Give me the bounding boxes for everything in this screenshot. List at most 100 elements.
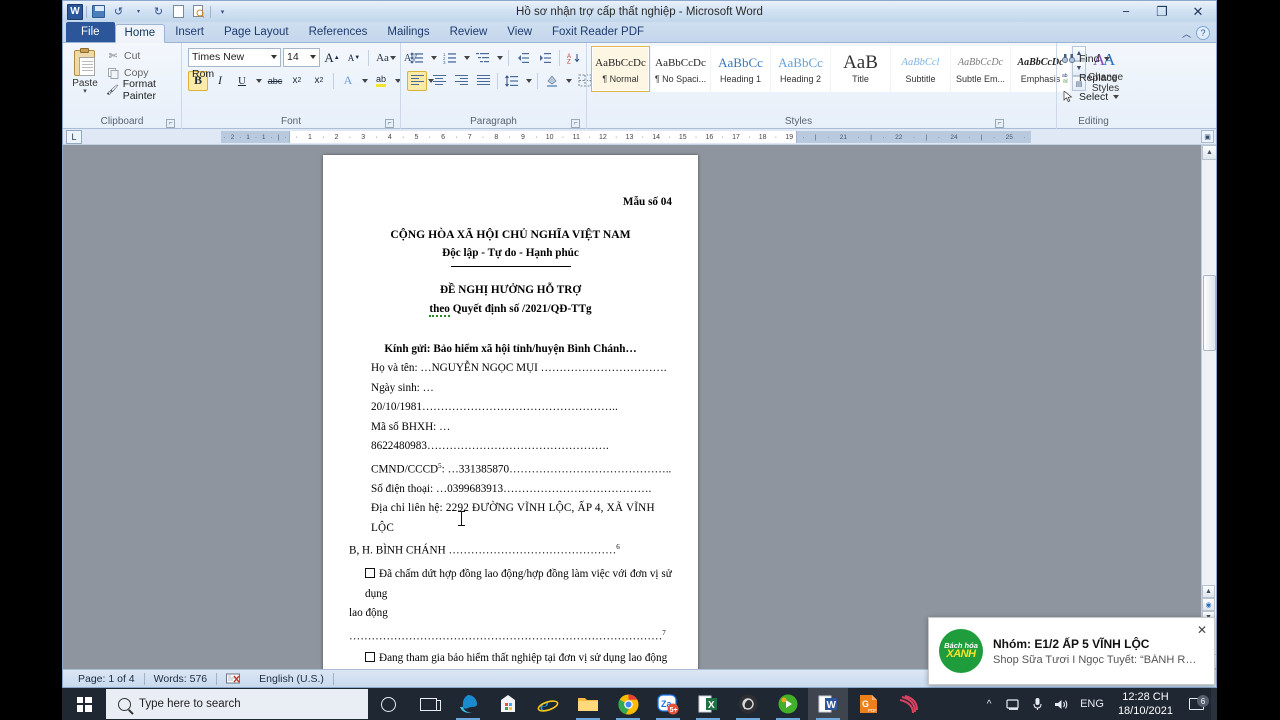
document-page[interactable]: Mẫu số 04 CỘNG HÒA XÃ HỘI CHỦ NGHĨA VIỆT…: [323, 155, 698, 669]
select-button[interactable]: Select: [1061, 87, 1120, 106]
paragraph-dialog-launcher[interactable]: ⌐: [571, 119, 580, 128]
zalo-icon[interactable]: Za 5+: [648, 688, 688, 720]
google-chrome-icon[interactable]: [608, 688, 648, 720]
previous-page-icon[interactable]: ▲: [1202, 585, 1215, 598]
scrollbar-thumb[interactable]: [1203, 275, 1216, 351]
show-hidden-icons-icon[interactable]: ^: [980, 699, 998, 710]
font-dialog-launcher[interactable]: ⌐: [385, 119, 394, 128]
restore-button[interactable]: ❐: [1144, 1, 1180, 22]
word-app-icon[interactable]: W: [67, 3, 83, 20]
scroll-up-icon[interactable]: ▲: [1202, 145, 1216, 160]
obs-studio-icon[interactable]: [728, 688, 768, 720]
network-icon[interactable]: [1004, 698, 1022, 711]
tab-file[interactable]: File: [66, 22, 115, 42]
tab-view[interactable]: View: [497, 23, 542, 42]
line-spacing-caret-icon[interactable]: [524, 71, 533, 91]
cortana-icon[interactable]: [368, 688, 408, 720]
search-input[interactable]: Type here to search: [106, 689, 368, 719]
style-subtle-emphasis[interactable]: AaBbCcDc Subtle Em...: [951, 46, 1010, 92]
word-icon[interactable]: W: [808, 688, 848, 720]
sound-icon[interactable]: [1052, 698, 1070, 711]
tab-foxit-reader-pdf[interactable]: Foxit Reader PDF: [542, 23, 654, 42]
language-indicator[interactable]: English (U.S.): [250, 670, 333, 688]
styles-dialog-launcher[interactable]: ⌐: [995, 119, 1004, 128]
checkbox-terminated-contract[interactable]: [365, 568, 375, 579]
checkbox-item-1[interactable]: Đã chấm dứt hợp đồng lao động/hợp đồng l…: [349, 565, 672, 604]
media-player-icon[interactable]: [768, 688, 808, 720]
align-center-icon[interactable]: [429, 71, 449, 91]
change-case-button[interactable]: Aa: [373, 48, 399, 68]
page-indicator[interactable]: Page: 1 of 4: [69, 670, 144, 688]
tab-insert[interactable]: Insert: [165, 23, 214, 42]
redo-icon[interactable]: ↻: [150, 3, 167, 20]
start-button[interactable]: [62, 688, 106, 720]
excel-icon[interactable]: X: [688, 688, 728, 720]
justify-icon[interactable]: [473, 71, 493, 91]
underline-button[interactable]: U: [232, 71, 252, 91]
paste-button[interactable]: Paste ▾: [67, 46, 103, 95]
font-size-combobox[interactable]: 14: [283, 48, 320, 67]
style-no-spacing[interactable]: AaBbCcDc ¶ No Spaci...: [651, 46, 710, 92]
shading-caret-icon[interactable]: [564, 71, 573, 91]
foxit-pdf-icon[interactable]: G PDF: [848, 688, 888, 720]
multilevel-list-icon[interactable]: [473, 48, 493, 68]
replace-button[interactable]: ab ac Replace: [1061, 68, 1118, 87]
subscript-button[interactable]: x2: [287, 71, 307, 91]
unikey-icon[interactable]: [888, 688, 928, 720]
line-spacing-icon[interactable]: [502, 71, 522, 91]
file-explorer-icon[interactable]: [568, 688, 608, 720]
tab-page-layout[interactable]: Page Layout: [214, 23, 299, 42]
vertical-scrollbar[interactable]: ▲ ▲ ◉ ▼ ▼: [1201, 145, 1216, 669]
taskbar-clock[interactable]: 12:28 CH 18/10/2021: [1114, 690, 1177, 718]
text-effects-caret-icon[interactable]: [360, 71, 369, 91]
align-right-icon[interactable]: [451, 71, 471, 91]
save-icon[interactable]: [90, 3, 107, 20]
bullets-icon[interactable]: [407, 48, 427, 68]
find-caret-icon[interactable]: [1104, 56, 1111, 61]
bullets-caret-icon[interactable]: [429, 48, 438, 68]
notification-toast[interactable]: Bách hóa XANH Nhóm: E1/2 ẤP 5 VĨNH LỘC S…: [928, 617, 1215, 685]
find-button[interactable]: Find: [1061, 49, 1111, 68]
checkbox-currently-participating[interactable]: [365, 652, 375, 663]
sort-icon[interactable]: AZ: [564, 48, 584, 68]
cut-button[interactable]: ✄ Cut: [103, 48, 177, 64]
microsoft-store-icon[interactable]: [488, 688, 528, 720]
strikethrough-button[interactable]: abc: [265, 71, 285, 91]
increase-indent-icon[interactable]: [535, 48, 555, 68]
task-view-icon[interactable]: [408, 688, 448, 720]
edge-icon[interactable]: [448, 688, 488, 720]
internet-explorer-icon[interactable]: e: [528, 688, 568, 720]
grow-font-button[interactable]: A ▲: [322, 48, 342, 68]
select-browse-object-icon[interactable]: ◉: [1202, 598, 1215, 611]
shrink-font-button[interactable]: A ▼: [344, 48, 364, 68]
microphone-icon[interactable]: [1028, 697, 1046, 711]
underline-caret-icon[interactable]: [254, 71, 263, 91]
shading-icon[interactable]: [542, 71, 562, 91]
multilevel-caret-icon[interactable]: [495, 48, 504, 68]
format-painter-button[interactable]: 🖌 Format Painter: [103, 78, 177, 102]
style-title[interactable]: AaB Title: [831, 46, 890, 92]
undo-icon[interactable]: ↺: [110, 3, 127, 20]
paste-caret-icon[interactable]: ▾: [83, 87, 87, 95]
proofing-errors-icon[interactable]: [217, 670, 250, 688]
highlight-color-button[interactable]: ab: [371, 71, 391, 91]
select-caret-icon[interactable]: [1113, 94, 1120, 99]
superscript-button[interactable]: x2: [309, 71, 329, 91]
style-subtitle[interactable]: AaBbCcl Subtitle: [891, 46, 950, 92]
style-heading-1[interactable]: AaBbCc Heading 1: [711, 46, 770, 92]
font-name-combobox[interactable]: Times New Rom: [188, 48, 281, 80]
horizontal-ruler[interactable]: · 2 · 1 · 1 · | · · 1 · 2 · 3 · 4 · 5 · 6 · 7 · 8 · 9 · 10 · 11 · 1…: [221, 131, 1031, 143]
new-document-icon[interactable]: [170, 3, 187, 20]
decrease-indent-icon[interactable]: [513, 48, 533, 68]
checkbox-item-2[interactable]: Đang tham gia bảo hiểm thất nghiệp tại đ…: [349, 649, 672, 669]
style-heading-2[interactable]: AaBbCc Heading 2: [771, 46, 830, 92]
text-effects-button[interactable]: A: [338, 71, 358, 91]
style-normal[interactable]: AaBbCcDc ¶ Normal: [591, 46, 650, 92]
minimize-ribbon-icon[interactable]: ︿: [1182, 27, 1191, 40]
help-icon[interactable]: ?: [1196, 26, 1210, 40]
undo-caret-icon[interactable]: ▾: [130, 3, 147, 20]
tab-review[interactable]: Review: [440, 23, 498, 42]
language-indicator-tray[interactable]: ENG: [1076, 698, 1108, 710]
tab-home[interactable]: Home: [114, 24, 166, 43]
numbering-caret-icon[interactable]: [462, 48, 471, 68]
